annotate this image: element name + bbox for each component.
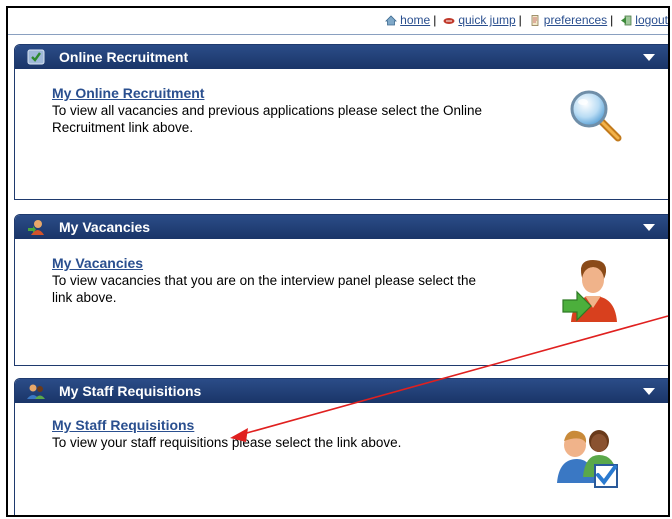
collapse-arrow-icon[interactable]: [643, 387, 655, 395]
panel-title: My Staff Requisitions: [59, 383, 202, 399]
panel-header: Online Recruitment: [15, 45, 668, 69]
preferences-link[interactable]: preferences: [544, 13, 607, 27]
home-link[interactable]: home: [400, 13, 430, 27]
nav-separator: |: [433, 13, 437, 27]
logout-link[interactable]: logout: [635, 13, 668, 27]
panel-body: My Staff Requisitions To view your staff…: [15, 403, 668, 515]
staff-requisitions-header-icon: [27, 384, 45, 399]
my-vacancies-link[interactable]: My Vacancies: [52, 255, 143, 271]
panel-title: My Vacancies: [59, 219, 151, 235]
users-check-icon: [557, 430, 618, 488]
top-navigation: home | quick jump | preferences | logout: [8, 8, 668, 32]
panel-my-vacancies: My Vacancies My Vacancies To view vacanc…: [14, 214, 668, 366]
panel-online-recruitment: Online Recruitment My Online Recruitment…: [14, 44, 668, 200]
my-online-recruitment-link[interactable]: My Online Recruitment: [52, 85, 204, 101]
nav-separator: |: [610, 13, 614, 27]
panel-my-staff-requisitions: My Staff Requisitions My Staff Requisiti…: [14, 378, 668, 515]
panel-header: My Staff Requisitions: [15, 379, 668, 403]
panel-title: Online Recruitment: [59, 49, 189, 65]
quick-jump-icon: [443, 17, 455, 24]
panel-description: To view all vacancies and previous appli…: [52, 103, 482, 135]
quick-jump-link[interactable]: quick jump: [458, 13, 515, 27]
user-arrow-icon: [562, 260, 617, 322]
logout-icon: [621, 15, 632, 25]
preferences-icon: [531, 14, 539, 26]
top-divider: [8, 34, 668, 35]
my-staff-requisitions-link[interactable]: My Staff Requisitions: [52, 417, 194, 433]
collapse-arrow-icon[interactable]: [643, 223, 655, 231]
panel-body: My Online Recruitment To view all vacanc…: [15, 69, 668, 199]
portal-frame: home | quick jump | preferences | logout…: [6, 6, 670, 517]
panel-header: My Vacancies: [15, 215, 668, 239]
panel-description: To view vacancies that you are on the in…: [52, 273, 476, 305]
panel-body: My Vacancies To view vacancies that you …: [15, 239, 668, 365]
magnifier-icon: [570, 90, 622, 142]
panel-description: To view your staff requisitions please s…: [52, 435, 402, 450]
home-icon: [385, 14, 398, 25]
vacancies-header-icon: [28, 220, 44, 235]
nav-separator: |: [518, 13, 522, 27]
collapse-arrow-icon[interactable]: [643, 53, 655, 61]
recruitment-header-icon: [27, 49, 45, 65]
